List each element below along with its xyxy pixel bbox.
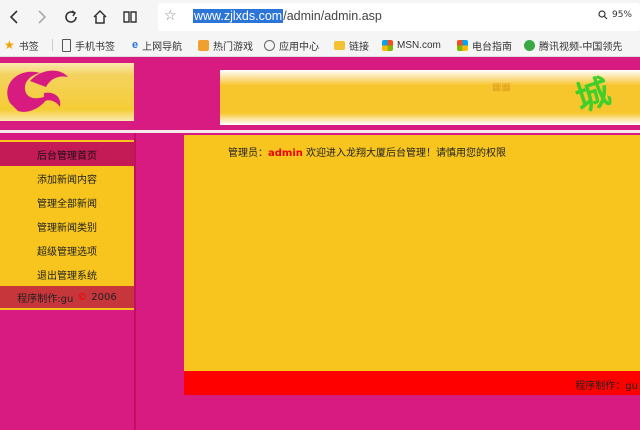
back-button[interactable] — [4, 7, 24, 27]
zoom-icon — [598, 10, 608, 20]
banner-divider — [0, 130, 640, 133]
divider — [52, 39, 53, 51]
admin-name: admin — [268, 148, 303, 159]
footer-credit: 程序制作:gu — [17, 293, 74, 305]
bookmark-label: 应用中心 — [279, 41, 319, 53]
sidebar-item-super-admin[interactable]: 超级管理选项 — [0, 238, 134, 262]
browser-toolbar: ☆ www.zjlxds.com/admin/admin.asp 95% — [0, 0, 640, 34]
url-path: /admin/admin.asp — [283, 9, 382, 23]
bookmark-label: 腾讯视频-中国领先 — [539, 41, 623, 53]
logo-panel — [0, 63, 134, 121]
sidebar-item-label: 管理全部新闻 — [37, 198, 97, 210]
banner-left — [134, 57, 220, 129]
bookmark-label: 链接 — [349, 41, 369, 53]
sidebar-item-label: 添加新闻内容 — [37, 174, 97, 186]
url-text[interactable]: www.zjlxds.com/admin/admin.asp — [193, 9, 382, 23]
sidebar-menu: 后台管理首页 添加新闻内容 管理全部新闻 管理新闻类别 超级管理选项 退出管理系… — [0, 140, 134, 310]
sidebar-item-manage-categories[interactable]: 管理新闻类别 — [0, 214, 134, 238]
footer-year: 2006 — [91, 291, 117, 303]
game-icon — [198, 39, 209, 51]
sidebar-item-manage-news[interactable]: 管理全部新闻 — [0, 190, 134, 214]
bookmark-item-tencent[interactable]: 腾讯视频-中国领先 — [524, 37, 622, 53]
url-selected: www.zjlxds.com — [193, 9, 284, 23]
forward-button[interactable] — [32, 7, 52, 27]
reload-button[interactable] — [61, 7, 81, 27]
windows-icon — [457, 39, 468, 51]
bookmark-label: 书签 — [18, 41, 39, 53]
vertical-divider — [134, 133, 136, 430]
tencent-video-icon — [524, 39, 535, 51]
bookmark-item-favorites[interactable]: ★ 书签 — [4, 37, 39, 53]
folder-icon — [334, 40, 345, 50]
reader-button[interactable] — [120, 7, 140, 27]
bookmark-item-msn[interactable]: MSN.com — [382, 37, 441, 53]
chevron-right-icon — [38, 10, 47, 24]
bookmark-item-apps[interactable]: 应用中心 — [264, 37, 319, 53]
msn-icon — [382, 39, 393, 51]
bookmark-label: 电台指南 — [472, 41, 512, 53]
star-icon: ★ — [4, 38, 15, 52]
welcome-message: 管理员：admin 欢迎进入龙翔大厦后台管理！请慎用您的权限 — [228, 144, 506, 159]
zoom-indicator[interactable]: 95% — [598, 10, 632, 20]
main-content — [184, 135, 640, 371]
copyright-icon: © — [77, 291, 88, 303]
sidebar-item-home[interactable]: 后台管理首页 — [0, 142, 134, 166]
bookmark-star-icon[interactable]: ☆ — [164, 8, 177, 24]
welcome-text: 欢迎进入龙翔大厦后台管理！请慎用您的权限 — [302, 148, 507, 159]
bookmark-item-nav[interactable]: e 上网导航 — [132, 37, 182, 53]
sidebar-item-label: 后台管理首页 — [37, 150, 97, 162]
bookmark-item-radio[interactable]: 电台指南 — [457, 37, 512, 53]
phone-icon — [62, 38, 71, 52]
welcome-prefix: 管理员： — [228, 148, 268, 159]
dragon-logo-icon — [7, 70, 68, 112]
sidebar-item-label: 管理新闻类别 — [37, 222, 97, 234]
banner-ornament-icon: ▦▦ — [492, 82, 511, 93]
sidebar-item-label: 退出管理系统 — [37, 270, 97, 282]
sidebar-item-logout[interactable]: 退出管理系统 — [0, 262, 134, 286]
bookmarks-bar: ★ 书签 手机书签 e 上网导航 热门游戏 应用中心 链接 MSN.com 电台… — [0, 34, 640, 57]
chevron-left-icon — [9, 10, 18, 24]
bookmark-label: 手机书签 — [75, 41, 115, 53]
bookmark-item-mobile[interactable]: 手机书签 — [62, 37, 115, 53]
bookmark-label: MSN.com — [397, 39, 441, 51]
home-icon — [93, 9, 107, 24]
book-icon — [123, 11, 137, 23]
bookmark-item-links[interactable]: 链接 — [334, 37, 369, 53]
reload-icon — [65, 10, 77, 23]
footer-text: 程序制作：gu — [575, 381, 638, 392]
home-button[interactable] — [90, 7, 110, 27]
address-bar[interactable]: ☆ www.zjlxds.com/admin/admin.asp 95% — [158, 3, 640, 31]
sidebar-item-add-news[interactable]: 添加新闻内容 — [0, 166, 134, 190]
bookmark-label: 上网导航 — [142, 41, 183, 53]
ie-icon: e — [132, 39, 139, 51]
sidebar-item-label: 超级管理选项 — [37, 246, 97, 258]
zoom-level: 95% — [611, 10, 632, 20]
bookmark-item-games[interactable]: 热门游戏 — [198, 37, 253, 53]
sidebar-footer: 程序制作:gu © 2006 — [0, 286, 134, 308]
footer-bar — [184, 371, 640, 395]
bookmark-label: 热门游戏 — [213, 41, 253, 53]
globe-icon — [264, 39, 275, 51]
